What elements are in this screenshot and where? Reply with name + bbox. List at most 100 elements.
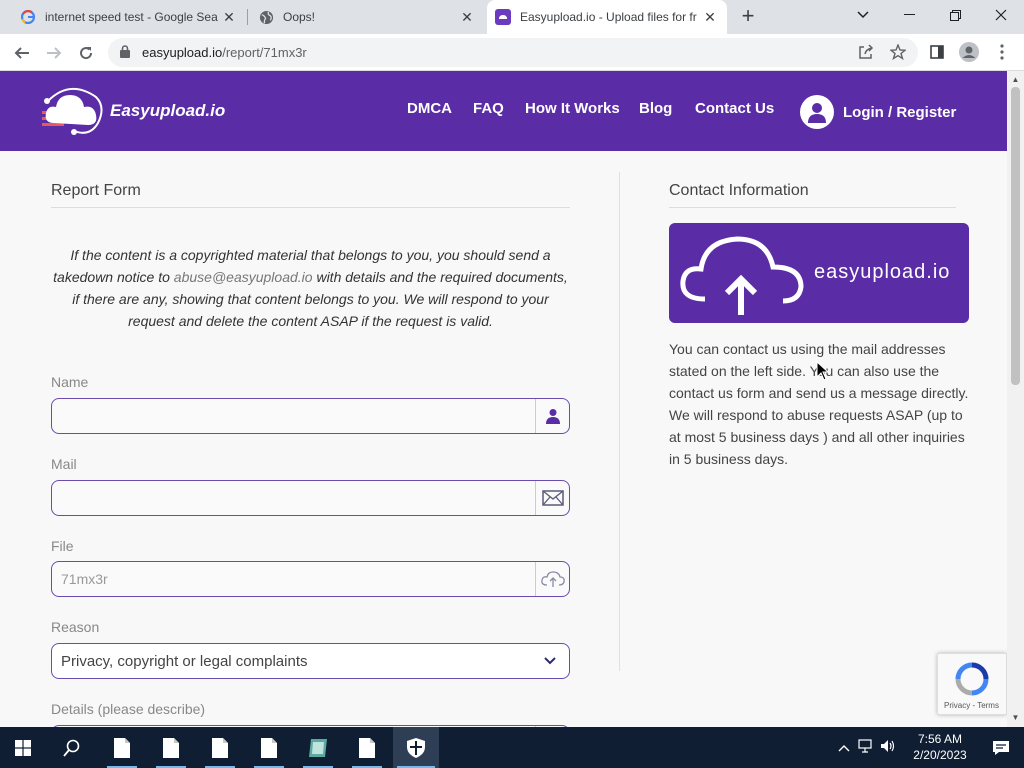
main-content: Report Form If the content is a copyrigh… — [0, 151, 1007, 727]
system-tray — [838, 727, 896, 768]
taskbar-app-green[interactable] — [295, 727, 341, 768]
report-form-title: Report Form — [51, 182, 141, 199]
tab-separator — [247, 9, 248, 25]
file-value: 71mx3r — [61, 571, 108, 587]
title-divider — [51, 207, 570, 208]
browser-toolbar: easyupload.io/report/71mx3r — [0, 34, 1024, 71]
profile-icon[interactable] — [959, 42, 979, 62]
contact-description: You can contact us using the mail addres… — [669, 341, 969, 467]
side-panel-icon[interactable] — [927, 42, 947, 62]
shield-icon — [407, 737, 425, 758]
nav-how-it-works[interactable]: How It Works — [525, 100, 620, 117]
close-tab-icon[interactable]: ✕ — [220, 9, 238, 26]
scroll-down-arrow-icon[interactable]: ▼ — [1007, 711, 1024, 725]
bookmark-star-icon[interactable] — [888, 42, 908, 62]
nav-faq[interactable]: FAQ — [473, 100, 504, 117]
taskbar-file-1[interactable] — [99, 727, 145, 768]
page-scrollbar[interactable]: ▲ ▼ — [1007, 71, 1024, 727]
lock-icon[interactable] — [120, 45, 130, 63]
login-register-link[interactable]: Login / Register — [800, 95, 956, 129]
share-icon[interactable] — [856, 42, 876, 62]
back-button[interactable] — [8, 39, 36, 67]
windows-taskbar: 7:56 AM 2/20/2023 — [0, 727, 1024, 768]
application-icon — [309, 738, 327, 757]
address-bar[interactable]: easyupload.io/report/71mx3r — [108, 38, 918, 67]
reason-value: Privacy, copyright or legal complaints — [61, 653, 308, 670]
name-label: Name — [51, 374, 89, 390]
document-icon — [212, 737, 228, 758]
chevron-down-icon — [543, 654, 557, 673]
minimize-button[interactable] — [886, 0, 932, 30]
tab-title: Easyupload.io - Upload files for fr — [520, 10, 697, 24]
brand-logo[interactable]: Easyupload.io — [40, 83, 225, 139]
tab-search-chevron-icon[interactable] — [840, 0, 886, 30]
url-text: easyupload.io/report/71mx3r — [142, 45, 307, 60]
close-window-button[interactable] — [978, 0, 1024, 30]
clock-time: 7:56 AM — [917, 732, 963, 746]
nav-blog[interactable]: Blog — [639, 100, 672, 117]
taskbar-file-3[interactable] — [197, 727, 243, 768]
taskbar-app-active[interactable] — [393, 727, 439, 768]
page-viewport: Easyupload.io DMCA FAQ How It Works Blog… — [0, 71, 1007, 727]
contact-title: Contact Information — [669, 182, 809, 199]
login-label: Login / Register — [843, 103, 957, 121]
new-tab-button[interactable]: + — [736, 4, 760, 30]
easyupload-logo-card: easyupload.io — [669, 223, 969, 323]
user-icon — [535, 399, 569, 433]
taskbar-clock[interactable]: 7:56 AM 2/20/2023 — [908, 731, 972, 763]
taskbar-file-2[interactable] — [148, 727, 194, 768]
close-tab-icon[interactable]: ✕ — [458, 9, 476, 26]
document-icon — [261, 737, 277, 758]
notification-icon — [993, 740, 1009, 755]
url-path: /report/71mx3r — [222, 45, 307, 60]
menu-kebab-icon[interactable] — [992, 42, 1012, 62]
clock-date: 2/20/2023 — [913, 748, 967, 762]
close-tab-icon[interactable]: ✕ — [701, 9, 719, 26]
recaptcha-links[interactable]: Privacy - Terms — [944, 701, 999, 710]
brand-name: Easyupload.io — [110, 101, 226, 120]
volume-icon[interactable] — [880, 739, 896, 756]
taskbar-file-5[interactable] — [344, 727, 390, 768]
restore-button[interactable] — [932, 0, 978, 30]
tab-oops[interactable]: Oops! ✕ — [250, 0, 484, 34]
scrollbar-thumb[interactable] — [1011, 87, 1020, 385]
nav-dmca[interactable]: DMCA — [407, 100, 452, 117]
network-icon[interactable] — [858, 739, 874, 756]
notification-center-button[interactable] — [978, 727, 1024, 768]
scroll-up-arrow-icon[interactable]: ▲ — [1007, 73, 1024, 87]
cloud-logo-icon — [42, 88, 103, 135]
card-wordmark: easyupload.io — [814, 261, 951, 283]
google-g-icon — [20, 9, 36, 25]
easyupload-icon — [495, 9, 511, 25]
name-field[interactable] — [51, 398, 570, 434]
reload-button[interactable] — [72, 39, 100, 67]
reason-select[interactable]: Privacy, copyright or legal complaints — [51, 643, 570, 679]
start-button[interactable] — [0, 727, 46, 768]
site-header: Easyupload.io DMCA FAQ How It Works Blog… — [0, 71, 1007, 151]
file-field[interactable]: 71mx3r — [51, 561, 570, 597]
forward-button[interactable] — [40, 39, 68, 67]
tab-easyupload[interactable]: Easyupload.io - Upload files for fr ✕ — [487, 0, 727, 34]
cloud-upload-icon — [535, 562, 569, 596]
mail-field[interactable] — [51, 480, 570, 516]
search-button[interactable] — [49, 727, 95, 768]
reason-label: Reason — [51, 619, 100, 635]
user-avatar-icon — [800, 95, 834, 129]
column-divider — [619, 172, 620, 671]
contact-title-divider — [669, 207, 956, 208]
globe-icon — [258, 9, 274, 25]
taskbar-file-4[interactable] — [246, 727, 292, 768]
tab-title: Oops! — [283, 10, 316, 24]
mail-label: Mail — [51, 456, 77, 472]
tray-chevron-up-icon[interactable] — [838, 741, 850, 755]
nav-contact-us[interactable]: Contact Us — [695, 100, 774, 117]
document-icon — [359, 737, 375, 758]
file-label: File — [51, 538, 74, 554]
mouse-cursor-icon — [816, 361, 830, 381]
recaptcha-badge[interactable]: Privacy - Terms — [937, 653, 1007, 715]
tab-google-search[interactable]: internet speed test - Google Sea ✕ — [12, 0, 246, 34]
abuse-email-link[interactable]: abuse@easyupload.io — [174, 269, 313, 285]
envelope-icon — [535, 481, 569, 515]
tab-title: internet speed test - Google Sea — [45, 10, 218, 24]
document-icon — [114, 737, 130, 758]
